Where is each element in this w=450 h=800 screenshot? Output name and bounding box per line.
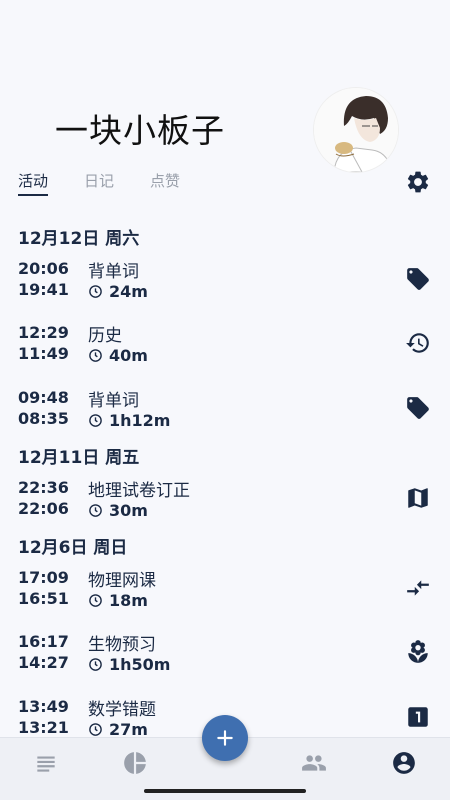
duration: 40m (88, 346, 148, 365)
profile-header: 一块小板子 (0, 0, 450, 172)
map-icon[interactable] (405, 485, 431, 511)
day-header: 12月11日 周五 (18, 448, 140, 468)
duration: 30m (88, 501, 148, 520)
activity-entry[interactable]: 17:09 16:51 物理网课 18m (0, 567, 450, 619)
activity-entry[interactable]: 16:17 14:27 生物预习 1h50m (0, 631, 450, 683)
duration: 1h50m (88, 655, 170, 674)
tab-diary[interactable]: 日记 (84, 170, 114, 196)
compare-arrows-icon[interactable] (405, 575, 431, 601)
activity-entry[interactable]: 09:48 08:35 背单词 1h12m (0, 387, 450, 439)
nav-people-icon[interactable] (301, 750, 327, 776)
time-range: 09:48 08:35 (18, 388, 69, 428)
time-range: 22:36 22:06 (18, 478, 69, 518)
clock-icon (89, 504, 102, 517)
tag-icon[interactable] (405, 266, 431, 292)
activity-entry[interactable]: 12:29 11:49 历史 40m (0, 322, 450, 374)
clock-icon (89, 594, 102, 607)
tab-bar: 活动 日记 点赞 (18, 170, 216, 200)
clock-icon (89, 285, 102, 298)
nav-pie-chart-icon[interactable] (122, 750, 148, 776)
activity-entry[interactable]: 22:36 22:06 地理试卷订正 30m (0, 477, 450, 529)
looks-one-icon[interactable] (405, 704, 431, 730)
plus-icon (217, 730, 233, 746)
flower-icon[interactable] (405, 639, 431, 665)
nav-account-icon[interactable] (391, 750, 417, 776)
clock-icon (89, 349, 102, 362)
tag-icon[interactable] (405, 395, 431, 421)
duration: 1h12m (88, 411, 170, 430)
time-range: 17:09 16:51 (18, 568, 69, 608)
activity-title: 数学错题 (88, 700, 156, 720)
tab-likes[interactable]: 点赞 (150, 170, 180, 196)
time-range: 13:49 13:21 (18, 697, 69, 737)
activity-title: 背单词 (88, 262, 139, 282)
day-header: 12月12日 周六 (18, 229, 140, 249)
username: 一块小板子 (55, 111, 225, 150)
activity-entry[interactable]: 20:06 19:41 背单词 24m (0, 258, 450, 310)
time-range: 12:29 11:49 (18, 323, 69, 363)
time-range: 20:06 19:41 (18, 259, 69, 299)
tab-activity[interactable]: 活动 (18, 170, 49, 196)
activity-title: 历史 (88, 326, 122, 346)
add-activity-button[interactable] (202, 715, 248, 761)
settings-gear-icon[interactable] (405, 169, 431, 195)
clock-icon (89, 723, 102, 736)
duration: 18m (88, 591, 148, 610)
nav-list-icon[interactable] (33, 750, 59, 776)
time-range: 16:17 14:27 (18, 632, 69, 672)
day-header: 12月6日 周日 (18, 538, 128, 558)
duration: 24m (88, 282, 148, 301)
clock-icon (89, 414, 102, 427)
history-icon[interactable] (405, 330, 431, 356)
avatar[interactable] (314, 88, 398, 172)
clock-icon (89, 658, 102, 671)
activity-title: 生物预习 (88, 635, 156, 655)
home-indicator[interactable] (144, 789, 306, 793)
activity-title: 背单词 (88, 391, 139, 411)
activity-title: 物理网课 (88, 571, 156, 591)
activity-title: 地理试卷订正 (88, 481, 190, 501)
